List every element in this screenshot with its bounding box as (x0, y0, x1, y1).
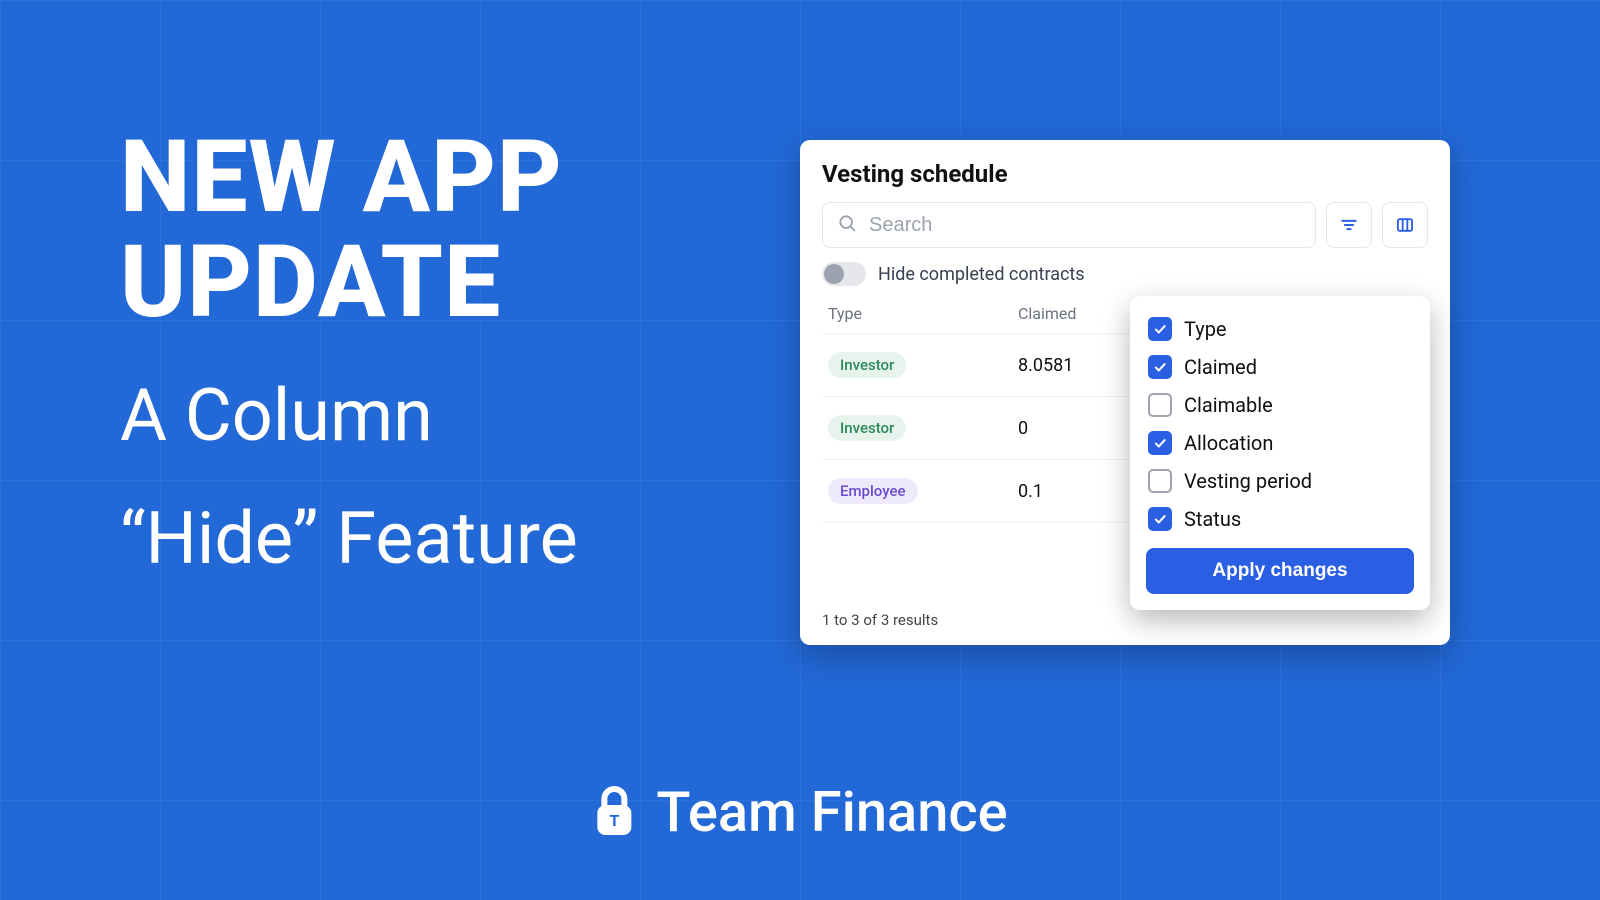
headline: NEW APP UPDATE A Column “Hide” Feature (120, 125, 578, 581)
column-option-claimed[interactable]: Claimed (1146, 348, 1414, 386)
col-header-type: Type (828, 304, 958, 323)
svg-text:T: T (609, 813, 619, 830)
toggle-knob (824, 264, 844, 284)
col-header-claimed: Claimed (1018, 304, 1118, 323)
column-option-type[interactable]: Type (1146, 310, 1414, 348)
claimed-value: 0 (1018, 418, 1118, 439)
claimed-value: 8.0581 (1018, 355, 1118, 376)
headline-line1: NEW APP (120, 125, 578, 230)
search-row (822, 202, 1428, 248)
column-option-label: Claimed (1184, 355, 1257, 379)
brand-name: Team Finance (656, 779, 1007, 845)
lock-icon: T (592, 785, 636, 839)
claimed-value: 0.1 (1018, 481, 1118, 502)
subhead-line2: “Hide” Feature (120, 498, 578, 581)
results-count: 1 to 3 of 3 results (822, 611, 938, 629)
column-option-label: Claimable (1184, 393, 1273, 417)
type-badge: Employee (828, 478, 918, 504)
column-option-allocation[interactable]: Allocation (1146, 424, 1414, 462)
promo-canvas: NEW APP UPDATE A Column “Hide” Feature V… (0, 0, 1600, 900)
columns-icon (1395, 215, 1415, 235)
column-option-status[interactable]: Status (1146, 500, 1414, 538)
type-badge: Investor (828, 352, 906, 378)
checkbox-checked-icon (1148, 355, 1172, 379)
column-option-label: Vesting period (1184, 469, 1312, 493)
checkbox-unchecked-icon (1148, 469, 1172, 493)
column-option-label: Allocation (1184, 431, 1273, 455)
headline-line2: UPDATE (120, 230, 578, 335)
hide-completed-toggle[interactable] (822, 262, 866, 286)
checkbox-unchecked-icon (1148, 393, 1172, 417)
columns-button[interactable] (1382, 202, 1428, 248)
brand: T Team Finance (592, 779, 1007, 845)
search-box[interactable] (822, 202, 1316, 248)
checkbox-checked-icon (1148, 317, 1172, 341)
column-option-label: Type (1184, 317, 1227, 341)
search-icon (837, 213, 857, 237)
type-badge: Investor (828, 415, 906, 441)
filter-icon (1339, 215, 1359, 235)
hide-completed-row: Hide completed contracts (822, 262, 1428, 286)
column-option-label: Status (1184, 507, 1241, 531)
apply-changes-button[interactable]: Apply changes (1146, 548, 1414, 594)
search-input[interactable] (869, 214, 1301, 237)
checkbox-checked-icon (1148, 431, 1172, 455)
checkbox-checked-icon (1148, 507, 1172, 531)
hide-completed-label: Hide completed contracts (878, 264, 1085, 285)
subhead-line1: A Column (120, 375, 578, 458)
column-option-claimable[interactable]: Claimable (1146, 386, 1414, 424)
filter-button[interactable] (1326, 202, 1372, 248)
card-title: Vesting schedule (822, 160, 1428, 188)
columns-popover: Type Claimed Claimable Allocation Vestin… (1130, 296, 1430, 610)
column-option-vesting-period[interactable]: Vesting period (1146, 462, 1414, 500)
